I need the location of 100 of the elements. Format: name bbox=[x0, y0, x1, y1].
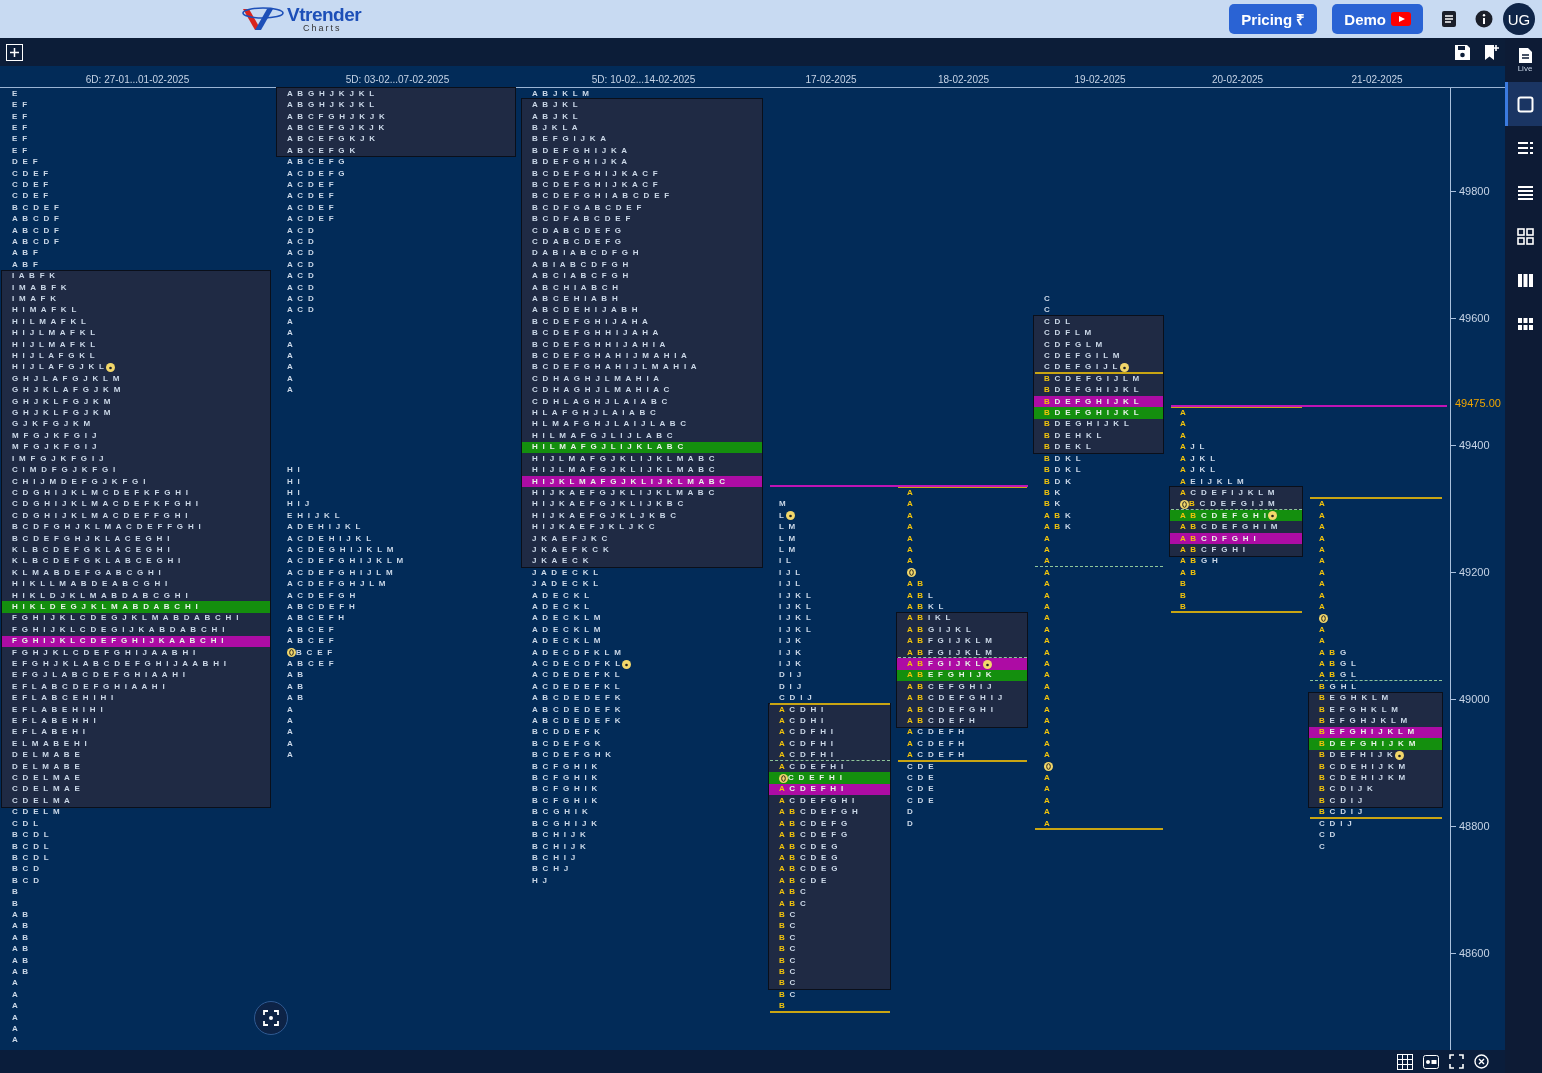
tpo-letters: C D E L M A E bbox=[12, 774, 82, 783]
tpo-letters: A bbox=[287, 363, 295, 372]
tpo-letters: A bbox=[1319, 557, 1327, 566]
tpo-letters: B C D L bbox=[12, 853, 50, 862]
tpo-letters: B C D bbox=[12, 865, 41, 874]
tpo-letters: B D E F G H I J K A bbox=[532, 146, 629, 155]
tpo-letters: H I L M A F G J L I J L A B C bbox=[532, 431, 674, 440]
tpo-letters: C D E F H I bbox=[788, 774, 844, 783]
sidebar-item[interactable] bbox=[1505, 82, 1542, 126]
tpo-letters: K L M A B D E F G A B C G H I bbox=[12, 568, 163, 577]
tpo-letters: A D E C D F K L M bbox=[532, 648, 623, 657]
video-play-icon bbox=[1391, 12, 1411, 26]
tpo-letters: A B J K L bbox=[532, 112, 579, 121]
tpo-letters: B C H J bbox=[532, 865, 570, 874]
focus-icon bbox=[263, 1010, 279, 1026]
tpo-letters: C bbox=[1044, 295, 1052, 303]
tpo-letters: A bbox=[1319, 511, 1327, 520]
document-icon[interactable] bbox=[1441, 10, 1457, 28]
tpo-letters: A bbox=[1044, 614, 1052, 623]
tpo-letters: A C D bbox=[287, 226, 315, 235]
tpo-letters: C D E F G I J L bbox=[1044, 363, 1119, 372]
sidebar-item[interactable]: Live bbox=[1505, 38, 1542, 82]
tpo-letters: I M F G J K F G I J bbox=[12, 454, 105, 463]
tpo-letters: A bbox=[1044, 625, 1052, 634]
tpo-letters: L M bbox=[779, 534, 797, 543]
tpo-letters: A C D E D E F K L bbox=[532, 682, 621, 691]
tpo-letters: A bbox=[1044, 580, 1052, 589]
tpo-letters: A bbox=[1044, 785, 1052, 794]
tpo-letters: A B C D E G bbox=[779, 842, 839, 851]
tpo-letters: B D K L bbox=[1044, 454, 1082, 463]
tpo-letters: A bbox=[1044, 694, 1052, 703]
tpo-letters: A B bbox=[12, 945, 30, 954]
user-avatar[interactable]: UG bbox=[1503, 3, 1535, 35]
tpo-letters: A C D F H I bbox=[779, 728, 835, 737]
tpo-letters: A B C E F G bbox=[287, 158, 346, 167]
tpo-letters: A bbox=[1044, 545, 1052, 554]
tpo-letters: C D E bbox=[907, 762, 935, 771]
record-icon[interactable] bbox=[1423, 1054, 1439, 1069]
tpo-letters: B C D L bbox=[12, 842, 50, 851]
tpo-letters: A B bbox=[12, 910, 30, 919]
logo-tagline: Charts bbox=[303, 24, 343, 33]
tpo-letters: A bbox=[1044, 705, 1052, 714]
tpo-letters: A bbox=[1319, 523, 1327, 532]
tpo-letters: A D E C K L M bbox=[532, 614, 602, 623]
tpo-letters: B C D E F G I J M bbox=[1189, 500, 1276, 509]
tpo-letters: C D E bbox=[907, 785, 935, 794]
tpo-letters: A C D bbox=[287, 306, 315, 315]
tpo-letters: A B L bbox=[907, 591, 935, 600]
tpo-letters: A B C bbox=[779, 888, 807, 897]
tpo-letters: A B C E F G J K J K bbox=[287, 123, 386, 132]
tpo-letters: A B G L bbox=[1319, 671, 1358, 680]
tpo-letters: A B K bbox=[1044, 523, 1072, 532]
demo-button[interactable]: Demo bbox=[1332, 4, 1423, 34]
tpo-letters: A C D E F G H bbox=[287, 591, 357, 600]
info-icon[interactable] bbox=[1475, 10, 1493, 28]
tpo-letters: A B G I J K L bbox=[907, 625, 973, 634]
add-icon[interactable] bbox=[6, 43, 23, 61]
tpo-letters: H I J L M A F K L bbox=[12, 329, 97, 338]
tpo-letters: H I L M A F K L bbox=[12, 317, 88, 326]
save-icon[interactable] bbox=[1454, 43, 1471, 61]
close-icon[interactable] bbox=[1474, 1054, 1489, 1069]
tpo-letters: H J bbox=[532, 876, 549, 885]
tpo-letters: A C D bbox=[287, 238, 315, 246]
tpo-letters: H I bbox=[287, 466, 302, 475]
tpo-letters: A bbox=[1044, 534, 1052, 543]
tpo-letters: A B C E F G K J K bbox=[287, 135, 377, 144]
tpo-letters: A B C bbox=[779, 899, 807, 908]
menu-icon bbox=[1516, 183, 1534, 201]
axis-price-label: 48600 bbox=[1459, 947, 1490, 959]
tpo-letters: A bbox=[1044, 648, 1052, 657]
tpo-letters: D E F bbox=[12, 158, 39, 167]
tpo-letters: E F G H J K L A B C D E F G H I J A A B H I bbox=[12, 660, 228, 668]
tpo-letters: A B C E F bbox=[287, 660, 335, 668]
tpo-letters: B D E F G H I J K A bbox=[532, 158, 629, 167]
tpo-letters: B C D F A B C D E F bbox=[532, 215, 632, 224]
tpo-letters: A B C D E F G H I J bbox=[907, 694, 1004, 703]
tpo-letters: A J L bbox=[1180, 443, 1206, 452]
bookmark-add-icon[interactable] bbox=[1483, 43, 1499, 61]
tpo-letters: A bbox=[907, 545, 915, 554]
tpo-letters: E H I J K L bbox=[287, 511, 341, 520]
tpo-letters: C D bbox=[1319, 831, 1337, 840]
tpo-letters: H I J L M A F G J K L I J K L M A B C bbox=[532, 466, 716, 475]
fit-view-button[interactable] bbox=[254, 1001, 288, 1035]
tpo-letters: H I K L D E G J K L M A B D A B C H I bbox=[12, 603, 200, 611]
tpo-letters: E F bbox=[12, 146, 29, 155]
tpo-letters: B K bbox=[1044, 500, 1062, 509]
tpo-letters: A B I A B C D F G H bbox=[532, 260, 630, 269]
tpo-letters: H I J L M A F G J K L I J K L M A B C bbox=[532, 454, 716, 463]
tpo-letters: I J K L bbox=[779, 591, 813, 600]
tpo-letters: A B bbox=[12, 922, 30, 931]
tpo-letters: B bbox=[1180, 591, 1188, 600]
tpo-letters: C D H A G H J L M A H I A C bbox=[532, 386, 671, 395]
tpo-letters: A bbox=[1180, 420, 1188, 429]
tpo-letters: B D E F H I J K bbox=[1319, 751, 1395, 760]
pricing-button[interactable]: Pricing ₹ bbox=[1229, 4, 1318, 34]
axis-price-label: 49200 bbox=[1459, 566, 1490, 578]
fullscreen-icon[interactable] bbox=[1449, 1054, 1464, 1069]
tpo-letters: B D E G H I J K L bbox=[1044, 420, 1131, 429]
table-icon[interactable] bbox=[1397, 1053, 1413, 1070]
tpo-letters: A bbox=[1319, 545, 1327, 554]
